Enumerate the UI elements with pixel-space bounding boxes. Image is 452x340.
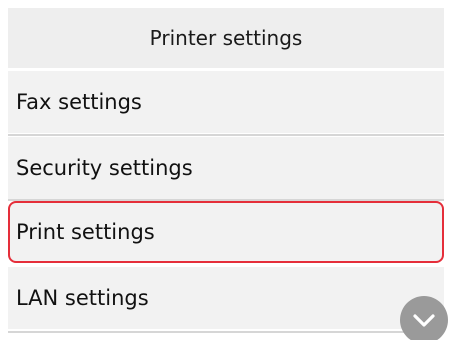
divider bbox=[8, 331, 444, 333]
menu-item-label: Print settings bbox=[16, 220, 155, 244]
page-title-bar: Printer settings bbox=[8, 8, 444, 68]
printer-settings-screen: Printer settings Fax settings Security s… bbox=[0, 0, 452, 340]
menu-item-label: LAN settings bbox=[16, 286, 149, 310]
menu-item-label: Fax settings bbox=[16, 90, 142, 114]
menu-item-security-settings[interactable]: Security settings bbox=[8, 137, 444, 199]
menu-item-print-settings[interactable]: Print settings bbox=[8, 201, 444, 263]
scroll-down-button[interactable] bbox=[400, 296, 448, 340]
menu-item-label: Security settings bbox=[16, 156, 193, 180]
menu-item-fax-settings[interactable]: Fax settings bbox=[8, 71, 444, 133]
divider bbox=[8, 134, 444, 136]
menu-item-lan-settings[interactable]: LAN settings bbox=[8, 267, 444, 329]
chevron-down-icon bbox=[413, 314, 435, 327]
page-title: Printer settings bbox=[149, 26, 303, 50]
